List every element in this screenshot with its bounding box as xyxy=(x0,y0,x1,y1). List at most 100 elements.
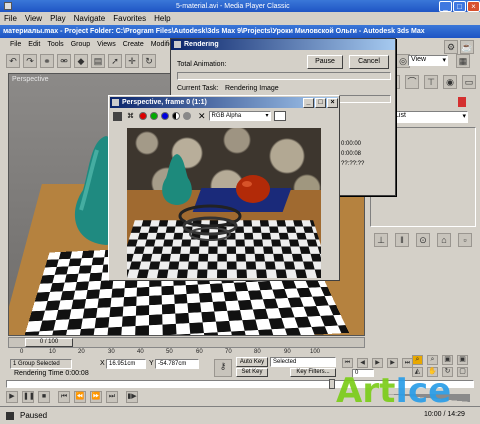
display-tab-icon[interactable]: ▭ xyxy=(462,75,476,89)
undo-icon[interactable]: ↶ xyxy=(6,54,20,68)
watermark-text-a: Art xyxy=(336,371,396,411)
color-swatch-box[interactable] xyxy=(273,111,286,121)
render-stats: 0:00:00 0:00:08 ??:??:?? xyxy=(341,139,391,169)
fast-forward-button[interactable]: ⏩ xyxy=(90,391,102,403)
selection-status: 1 Group Selected xyxy=(10,359,72,369)
go-to-start-icon[interactable]: ⏮ xyxy=(342,358,353,368)
alpha-channel-icon[interactable] xyxy=(172,112,180,120)
frame-step-button[interactable]: ▮▶ xyxy=(126,391,138,403)
max-menu-group[interactable]: Group xyxy=(71,41,90,48)
selected-dropdown[interactable]: Selected xyxy=(270,357,336,367)
frame-close-button[interactable]: × xyxy=(327,97,338,108)
color-swatch[interactable] xyxy=(458,97,466,107)
maximize-viewport-icon[interactable]: ▢ xyxy=(457,366,468,377)
max-menu-file[interactable]: File xyxy=(10,41,21,48)
rendered-image[interactable] xyxy=(127,128,321,278)
set-key-button[interactable]: Set Key xyxy=(236,368,268,377)
rewind-button[interactable]: ⏪ xyxy=(74,391,86,403)
current-task-value: Rendering Image xyxy=(225,85,279,92)
zoom-extents-icon[interactable]: ▣ xyxy=(442,355,453,365)
select-filter-icon[interactable]: ▤ xyxy=(91,54,105,68)
player-minimize-button[interactable]: _ xyxy=(439,0,452,12)
frame-maximize-button[interactable]: □ xyxy=(315,97,326,108)
player-maximize-button[interactable]: □ xyxy=(453,0,466,12)
blue-channel-icon[interactable] xyxy=(161,112,169,120)
previous-button[interactable]: ⏮ xyxy=(58,391,70,403)
channel-dropdown[interactable]: RGB Alpha ▾ xyxy=(208,111,271,121)
rotate-icon[interactable]: ↻ xyxy=(142,54,156,68)
elapsed-time: 0:00:08 xyxy=(341,151,362,157)
view-dropdown[interactable]: View ▾ xyxy=(408,55,448,66)
play-button[interactable]: ▶ xyxy=(6,391,18,403)
max-menu-create[interactable]: Create xyxy=(123,41,144,48)
play-animation-icon[interactable]: ▶ xyxy=(372,358,383,368)
pause-icon[interactable]: ❚❚ xyxy=(22,391,35,403)
move-icon[interactable]: ✛ xyxy=(125,54,139,68)
zoom-icon[interactable]: ⌕ xyxy=(412,355,423,365)
max-menu-edit[interactable]: Edit xyxy=(28,41,40,48)
x-coordinate-field[interactable]: 16.951cm xyxy=(106,359,146,369)
lock-icon[interactable]: ⚷ xyxy=(214,359,232,377)
y-coordinate-field[interactable]: -54.787cm xyxy=(155,359,199,369)
frame-counter[interactable]: 0 / 100 xyxy=(25,338,73,347)
auto-key-button[interactable]: Auto Key xyxy=(236,357,268,367)
video-frame: материалы.max - Project Folder: C:\Progr… xyxy=(0,25,480,377)
player-icon xyxy=(4,2,12,10)
pause-button[interactable]: Pause xyxy=(307,55,343,69)
zoom-extents-all-icon[interactable]: ▣ xyxy=(457,355,468,365)
redo-icon[interactable]: ↷ xyxy=(23,54,37,68)
configure-modifier-icon[interactable]: ▫ xyxy=(458,233,472,247)
link-icon[interactable]: ⚭ xyxy=(40,54,54,68)
red-channel-icon[interactable] xyxy=(139,112,147,120)
quick-render-icon[interactable]: ☕ xyxy=(460,40,474,54)
unlink-icon[interactable]: ⚮ xyxy=(57,54,71,68)
mono-icon[interactable] xyxy=(183,112,191,120)
viewport-label[interactable]: Perspective xyxy=(12,76,49,83)
player-menu-favorites[interactable]: Favorites xyxy=(113,14,146,23)
rendering-dialog-title: Rendering xyxy=(184,41,219,48)
player-menu-file[interactable]: File xyxy=(4,14,17,23)
stop-button[interactable]: ■ xyxy=(38,391,50,403)
previous-frame-icon[interactable]: ◀ xyxy=(357,358,368,368)
player-menu-view[interactable]: View xyxy=(25,14,42,23)
rendering-time-status: Rendering Time 0:00:08 xyxy=(14,370,89,377)
pin-stack-icon[interactable]: ⊥ xyxy=(374,233,388,247)
frame-toolbar: ⌘ ✕ RGB Alpha ▾ xyxy=(113,110,337,122)
zoom-all-icon[interactable]: ⌕ xyxy=(427,355,438,365)
player-close-button[interactable]: × xyxy=(467,0,480,12)
player-title: 5-material.avi - Media Player Classic xyxy=(176,2,290,10)
articles-watermark: ArtIce xyxy=(336,372,451,410)
list-dropdown[interactable]: List ▾ xyxy=(392,111,468,123)
player-menu-navigate[interactable]: Navigate xyxy=(74,14,106,23)
key-filters-button[interactable]: Key Filters... xyxy=(290,368,336,377)
next-button[interactable]: ⏭ xyxy=(106,391,118,403)
watermark-text-b: Ice xyxy=(395,371,452,411)
cancel-button[interactable]: Cancel xyxy=(349,55,389,69)
green-channel-icon[interactable] xyxy=(150,112,158,120)
save-icon[interactable] xyxy=(113,111,122,121)
render-setup-icon[interactable]: ⚙ xyxy=(444,40,458,54)
player-menu-play[interactable]: Play xyxy=(50,14,66,23)
max-right-toolbar: ⚙ ☕ ◎ View ▾ ▦ xyxy=(396,40,480,72)
player-menu-help[interactable]: Help xyxy=(154,14,170,23)
modify-tab-icon[interactable]: ⌒ xyxy=(405,75,419,89)
player-menu-bar: File View Play Navigate Favorites Help xyxy=(4,12,480,25)
motion-tab-icon[interactable]: ◉ xyxy=(443,75,457,89)
select-icon[interactable]: ➚ xyxy=(108,54,122,68)
remove-modifier-icon[interactable]: ⌂ xyxy=(437,233,451,247)
time-slider[interactable]: 0 / 100 xyxy=(8,337,365,348)
render-frame-icon[interactable]: ▦ xyxy=(456,54,470,68)
bind-icon[interactable]: ◆ xyxy=(74,54,88,68)
clone-icon[interactable]: ⌘ xyxy=(125,112,136,121)
clear-icon[interactable]: ✕ xyxy=(198,111,206,122)
max-menu-tools[interactable]: Tools xyxy=(47,41,63,48)
next-frame-icon[interactable]: ▶ xyxy=(387,358,398,368)
frame-minimize-button[interactable]: _ xyxy=(303,97,314,108)
x-label: X xyxy=(100,360,105,367)
show-end-result-icon[interactable]: ‖ xyxy=(395,233,409,247)
player-controls: ▶ ❚❚ ■ ⏮ ⏪ ⏩ ⏭ ▮▶ xyxy=(6,391,141,403)
make-unique-icon[interactable]: ⊙ xyxy=(416,233,430,247)
max-menu-views[interactable]: Views xyxy=(97,41,116,48)
seek-thumb[interactable] xyxy=(329,379,335,389)
hierarchy-tab-icon[interactable]: ⊤ xyxy=(424,75,438,89)
